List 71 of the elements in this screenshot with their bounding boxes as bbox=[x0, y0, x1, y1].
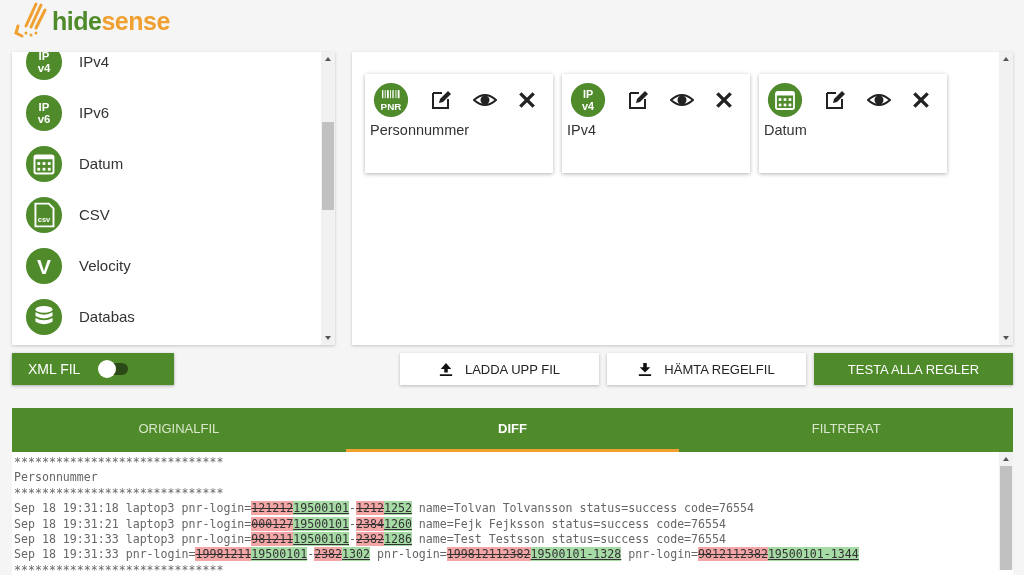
log-text: Sep 18 19:31:18 laptop3 pnr-login= bbox=[14, 501, 252, 516]
rule-name: IPv4 bbox=[567, 122, 597, 138]
upload-button[interactable]: LADDA UPP FIL bbox=[400, 353, 599, 385]
log-text: ****************************** bbox=[14, 485, 224, 500]
added-text: 1286 bbox=[383, 531, 412, 546]
added-text: 19500101 bbox=[293, 501, 350, 516]
scrollbar[interactable] bbox=[999, 452, 1013, 570]
calendar-icon bbox=[25, 144, 63, 183]
download-button[interactable]: HÄMTA REGELFIL bbox=[607, 353, 806, 385]
log-text: Personnummer bbox=[14, 470, 98, 485]
removed-text: 199812112382 bbox=[446, 547, 531, 562]
added-text: 19500101 bbox=[293, 516, 350, 531]
rule-type-item[interactable]: IP v6 IPv6 bbox=[25, 87, 321, 138]
log-text: - bbox=[349, 501, 357, 516]
removed-text: 1212 bbox=[356, 501, 384, 516]
scrollbar[interactable] bbox=[321, 52, 335, 345]
test-button[interactable]: TESTA ALLA REGLER bbox=[814, 353, 1013, 385]
log-text: - bbox=[349, 531, 357, 546]
log-text: pnr-login= bbox=[375, 547, 447, 562]
badge-icon: IP v4 bbox=[570, 82, 606, 118]
rule-type-item[interactable]: csv CSV bbox=[25, 189, 321, 240]
added-text: 19500101 bbox=[251, 547, 308, 562]
removed-text: 2382 bbox=[356, 531, 384, 546]
rule-type-item[interactable]: Databas bbox=[25, 291, 321, 342]
removed-text: 19981211 bbox=[195, 547, 252, 562]
database-icon bbox=[25, 297, 63, 336]
removed-text: 2384 bbox=[356, 516, 384, 531]
rule-type-item[interactable]: IP v4 IPv4 bbox=[25, 52, 321, 87]
badge-icon: IP v4 bbox=[25, 52, 63, 81]
removed-text: 981211 bbox=[251, 531, 294, 546]
edit-icon[interactable] bbox=[429, 88, 453, 112]
added-text: 19500101-1344 bbox=[767, 547, 859, 562]
xml-toggle[interactable]: XML FIL bbox=[12, 353, 174, 385]
logo-text: hidesense bbox=[52, 7, 170, 36]
added-text: 19500101-1328 bbox=[530, 547, 622, 562]
download-icon bbox=[638, 361, 653, 377]
log-text: Sep 18 19:31:33 pnr-login= bbox=[14, 547, 196, 562]
log-text: ****************************** bbox=[14, 455, 224, 469]
log-text: Sep 18 19:31:21 laptop3 pnr-login= bbox=[14, 516, 252, 531]
removed-text: 000127 bbox=[251, 516, 294, 531]
rule-name: Personnummer bbox=[370, 122, 471, 138]
log-text: name=Fejk Fejksson status=success code=76554 bbox=[417, 516, 726, 531]
close-icon[interactable] bbox=[517, 90, 537, 110]
removed-text: 2382 bbox=[314, 547, 343, 562]
log-text: name=Test Testsson status=success code=76554 bbox=[417, 531, 726, 546]
upload-icon bbox=[438, 361, 453, 377]
edit-icon[interactable] bbox=[823, 88, 847, 112]
rule-name: Datum bbox=[764, 122, 808, 138]
added-text: 1252 bbox=[383, 501, 412, 516]
badge-icon: V bbox=[25, 246, 63, 285]
log-text: ****************************** bbox=[14, 562, 224, 575]
removed-text: 121212 bbox=[251, 501, 294, 516]
added-text: 19500101 bbox=[293, 531, 350, 546]
badge-icon: IP v6 bbox=[25, 93, 63, 132]
close-icon[interactable] bbox=[911, 90, 931, 110]
added-text: 1302 bbox=[342, 547, 370, 562]
close-icon[interactable] bbox=[714, 90, 734, 110]
log-text: - bbox=[307, 547, 315, 562]
scrollbar[interactable] bbox=[999, 52, 1013, 345]
log-text: Sep 18 19:31:33 laptop3 pnr-login= bbox=[14, 531, 252, 546]
log-text: - bbox=[349, 516, 357, 531]
document-icon: csv bbox=[25, 195, 63, 234]
calendar-icon bbox=[767, 82, 803, 118]
rule-type-item[interactable]: Datum bbox=[25, 138, 321, 189]
added-text: 1260 bbox=[383, 516, 412, 531]
edit-icon[interactable] bbox=[626, 88, 650, 112]
barcode-badge-icon: PNR bbox=[373, 82, 409, 118]
log-text: name=Tolvan Tolvansson status=success code=76554 bbox=[417, 501, 754, 516]
removed-text: 9812112382 bbox=[698, 547, 768, 562]
tab[interactable]: DIFF bbox=[345, 408, 680, 452]
rule-type-item[interactable]: V Velocity bbox=[25, 240, 321, 291]
